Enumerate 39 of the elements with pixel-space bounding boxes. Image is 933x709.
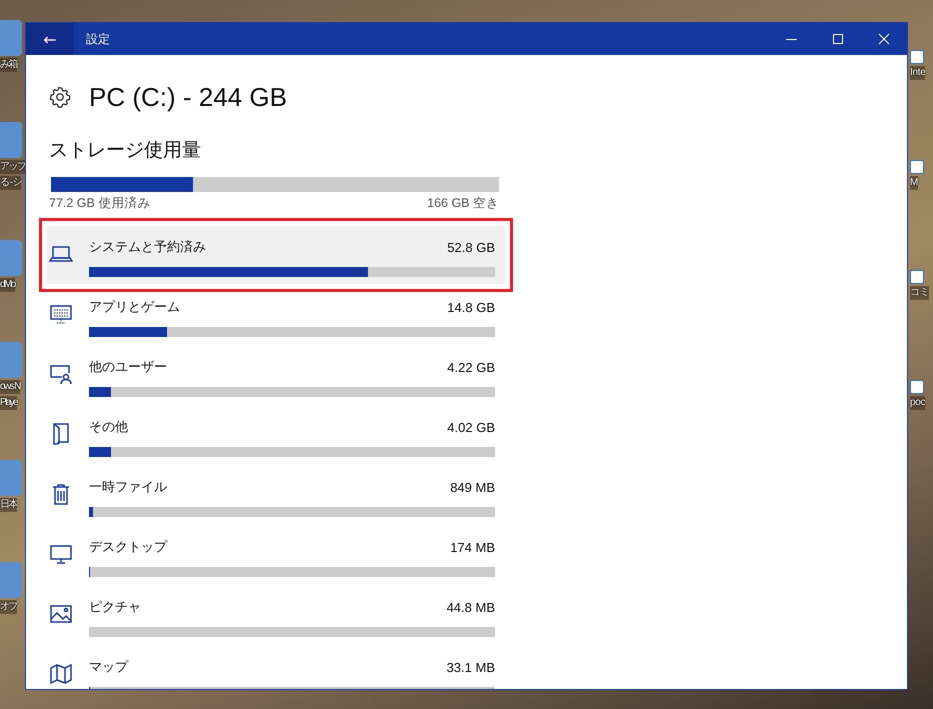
category-size: 14.8 GB (447, 300, 495, 314)
icon-label: poc (910, 396, 926, 410)
category-name[interactable]: ピクチャ (89, 598, 141, 616)
category-size: 4.22 GB (447, 360, 495, 374)
category-size: 33.1 MB (446, 660, 495, 674)
category-size: 44.8 MB (446, 600, 495, 614)
icon-label: Playe (0, 396, 18, 410)
category-size: 4.02 GB (447, 420, 495, 434)
category-size: 52.8 GB (447, 240, 495, 254)
maximize-icon (832, 33, 844, 45)
category-name[interactable]: システムと予約済み (89, 238, 206, 256)
icon-label: ows N (0, 380, 20, 394)
icon-label: オプ (0, 600, 17, 614)
section-heading: ストレージ使用量 (49, 138, 202, 163)
shortcut-icon[interactable] (910, 270, 924, 284)
page-title: PC (C:) - 244 GB (89, 82, 287, 112)
category-name[interactable]: その他 (89, 418, 128, 436)
category-size: 174 MB (450, 540, 495, 554)
shortcut-icon[interactable] (910, 50, 924, 64)
shortcut-icon[interactable] (910, 160, 924, 174)
icon-label: Inte (910, 66, 926, 80)
icon-label: み箱 (0, 58, 17, 72)
back-button[interactable]: ← (26, 23, 74, 55)
category-name[interactable]: 他のユーザー (89, 358, 167, 376)
map-icon (49, 662, 73, 686)
category-name[interactable]: 一時ファイル (89, 478, 167, 496)
category-name[interactable]: マップ (89, 658, 128, 676)
settings-icon (49, 86, 71, 108)
icon-label: る - シ (0, 176, 21, 190)
icon-label: コミ (910, 286, 930, 300)
close-icon (878, 33, 890, 45)
shortcut-icon[interactable] (910, 380, 924, 394)
icon-label: dMo (0, 278, 15, 292)
category-name[interactable]: アプリとゲーム (89, 298, 180, 316)
used-label: 77.2 GB 使用済み (49, 195, 150, 212)
category-name[interactable]: デスクトップ (89, 538, 167, 556)
category-size: 849 MB (450, 480, 495, 494)
free-label: 166 GB 空き (427, 195, 499, 212)
window-title: 設定 (86, 30, 111, 48)
